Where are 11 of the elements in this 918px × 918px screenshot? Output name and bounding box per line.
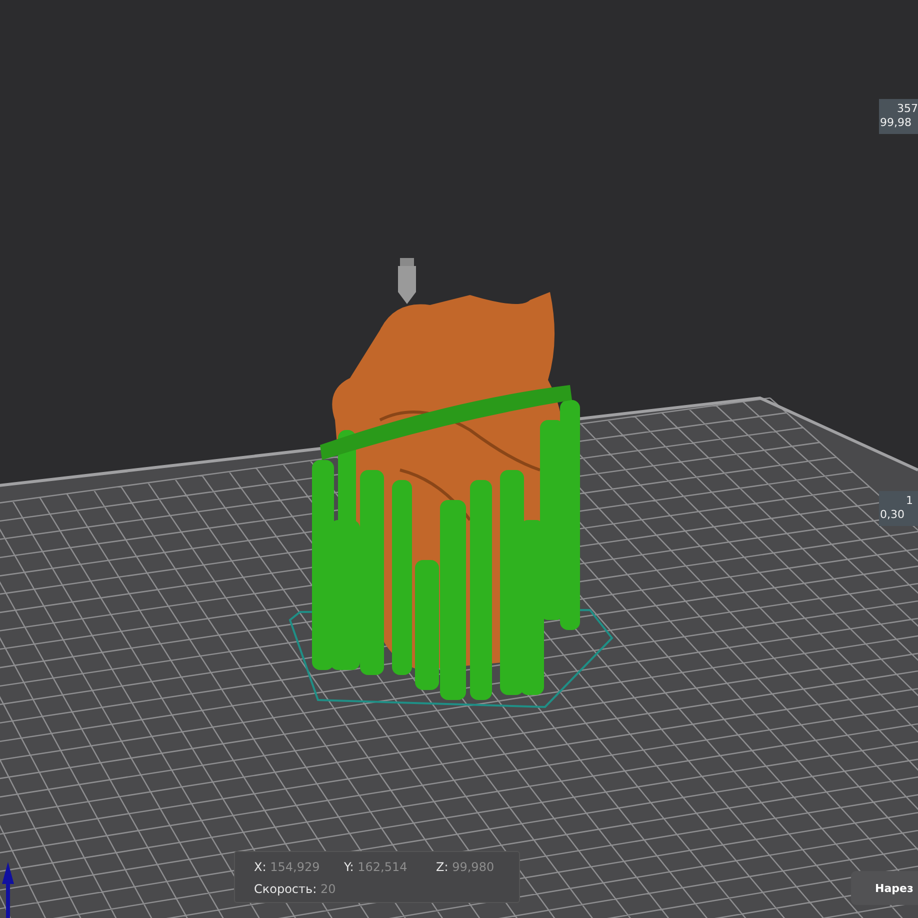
nozzle-icon: [398, 258, 416, 304]
coordinate-readout: Z: 99,980: [436, 859, 494, 875]
coordinate-readout: Y: 162,514: [344, 859, 408, 875]
coordinate-readout: X: 154,929: [254, 859, 321, 875]
speed-readout: Скорость: 20: [254, 881, 336, 897]
layer-number: 1: [905, 494, 913, 508]
layer-height: 99,98: [880, 116, 912, 130]
layer-height: 0,30: [880, 508, 904, 522]
layer-number: 357: [896, 102, 918, 116]
axis-arrow-icon: [2, 862, 14, 918]
slice-button[interactable]: Нарез: [851, 871, 918, 905]
